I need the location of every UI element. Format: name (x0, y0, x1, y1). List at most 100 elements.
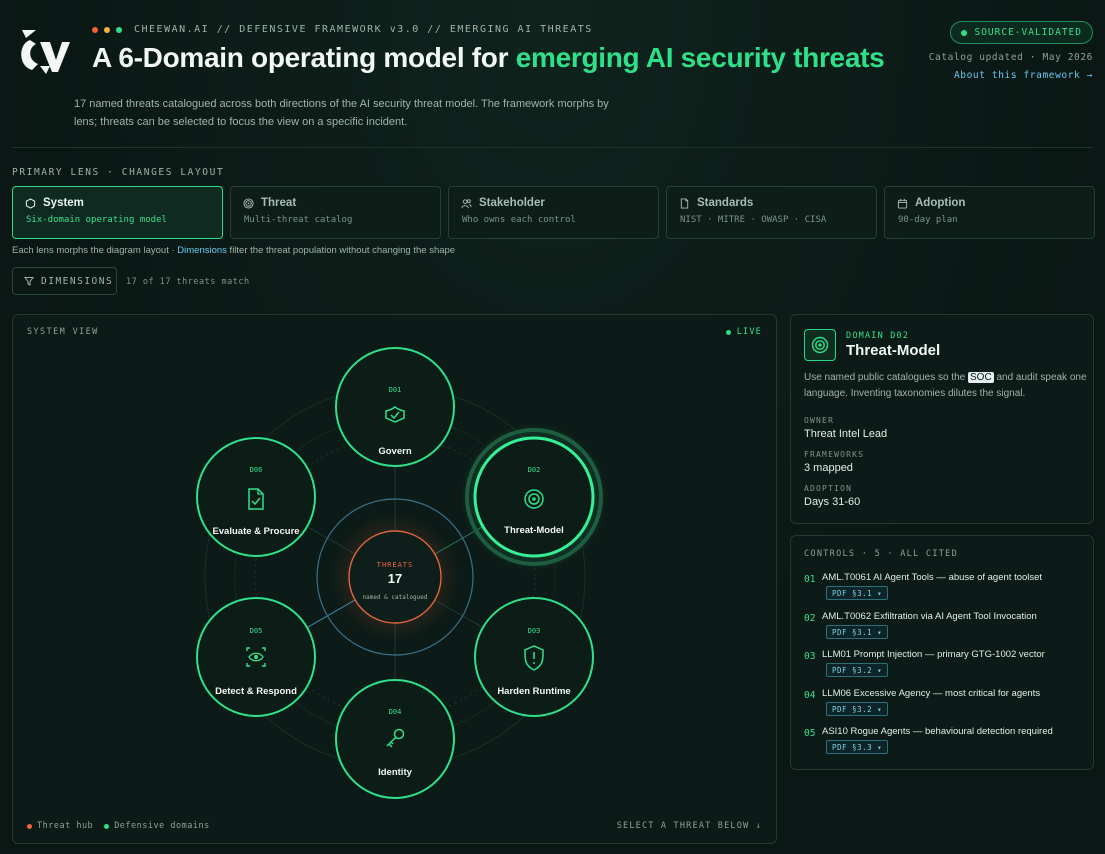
domain-name: Threat-Model (504, 525, 564, 536)
title-highlight: emerging AI security threats (515, 42, 885, 73)
about-framework-link[interactable]: About this framework → (954, 70, 1093, 81)
diagram-legend: Threat hub Defensive domains (27, 821, 210, 831)
dimensions-label: DIMENSIONS (41, 275, 114, 287)
control-number: 03 (804, 651, 816, 662)
hint-text-end: filter the threat population without cha… (226, 245, 456, 256)
domain-diagram: THREATS 17 named & catalogued D01 Govern… (196, 347, 608, 799)
desc-keyword: SOC (968, 372, 994, 383)
lens-subtitle: 90-day plan (898, 215, 958, 225)
window-dot-yellow (104, 26, 110, 33)
live-dot (725, 329, 731, 335)
control-number: 02 (804, 613, 816, 624)
pdf-reference-pill[interactable]: PDF §3.3 ▾ (826, 740, 889, 754)
catalog-updated: Catalog updated · May 2026 (928, 52, 1093, 63)
control-text: AML.T0062 Exfiltration via AI Agent Tool… (822, 611, 1037, 622)
lens-selector: System Six-domain operating model Threat… (12, 186, 1095, 239)
lens-hint: Each lens morphs the diagram layout · Di… (12, 245, 455, 256)
legend-hub-label: Threat hub (37, 821, 94, 831)
controls-panel: CONTROLS · 5 · ALL CITED 01 AML.T0061 AI… (790, 535, 1094, 770)
domain-node-evaluate-procure[interactable]: D06 Evaluate & Procure (196, 437, 316, 557)
pdf-reference-pill[interactable]: PDF §3.1 ▾ (826, 625, 889, 639)
owner-label: OWNER (804, 416, 835, 425)
domain-code: DOMAIN D02 (846, 331, 910, 341)
domain-detail-icon (804, 329, 836, 361)
lens-title: Threat (261, 197, 297, 209)
controls-header: CONTROLS · 5 · ALL CITED (804, 549, 959, 559)
system-view-panel: THREATS 17 named & catalogued D01 Govern… (12, 314, 777, 844)
hexagon-icon (25, 197, 36, 209)
domain-code: D06 (250, 466, 263, 474)
hub-label: THREATS (377, 561, 414, 569)
pdf-reference-pill[interactable]: PDF §3.2 ▾ (826, 702, 889, 716)
control-number: 05 (804, 728, 816, 739)
lens-subtitle: Who owns each control (462, 215, 576, 225)
control-text: ASI10 Rogue Agents — behavioural detecti… (822, 726, 1053, 737)
live-label: LIVE (736, 327, 762, 337)
filter-icon (24, 277, 34, 286)
domain-code: D05 (250, 627, 263, 635)
frameworks-value: 3 mapped (804, 462, 853, 474)
dimensions-button[interactable]: DIMENSIONS (12, 267, 117, 295)
domain-name: Detect & Respond (215, 686, 297, 697)
lens-system[interactable]: System Six-domain operating model (12, 186, 223, 239)
hub-count: 17 (388, 571, 402, 586)
domain-description: Use named public catalogues so the SOC a… (804, 370, 1089, 402)
dimensions-link[interactable]: Dimensions (177, 245, 227, 256)
control-text: AML.T0061 AI Agent Tools — abuse of agen… (822, 572, 1043, 583)
calendar-icon (897, 198, 908, 209)
lens-adoption[interactable]: Adoption 90-day plan (884, 186, 1095, 239)
lens-title: Stakeholder (479, 197, 545, 209)
control-text: LLM06 Excessive Agency — most critical f… (822, 688, 1041, 699)
cheewan-logo (21, 30, 70, 74)
breadcrumb: CHEEWAN.AI // DEFENSIVE FRAMEWORK v3.0 /… (92, 24, 593, 35)
frameworks-label: FRAMEWORKS (804, 450, 865, 459)
document-icon (680, 197, 689, 209)
lens-stakeholder[interactable]: Stakeholder Who owns each control (448, 186, 659, 239)
lens-subtitle: Multi-threat catalog (244, 215, 353, 225)
lens-standards[interactable]: Standards NIST · MITRE · OWASP · CISA (666, 186, 877, 239)
control-text: LLM01 Prompt Injection — primary GTG-100… (822, 649, 1045, 660)
threat-match-count: 17 of 17 threats match (126, 277, 250, 287)
owner-value: Threat Intel Lead (804, 428, 888, 440)
domain-node-govern[interactable]: D01 Govern (335, 347, 455, 467)
pdf-reference-pill[interactable]: PDF §3.1 ▾ (826, 586, 889, 600)
badge-status-dot (961, 29, 968, 36)
target-icon (243, 197, 254, 209)
desc-text: Use named public catalogues so the (804, 372, 968, 383)
domain-node-detect-respond[interactable]: D05 Detect & Respond (196, 597, 316, 717)
control-number: 04 (804, 690, 816, 701)
legend-domain-dot (104, 823, 110, 829)
title-main: A 6-Domain operating model for (92, 42, 516, 73)
lens-title: Standards (697, 197, 754, 209)
primary-lens-label: PRIMARY LENS · CHANGES LAYOUT (12, 167, 225, 178)
window-dot-green (116, 26, 122, 33)
domain-name: Identity (378, 767, 412, 778)
pdf-reference-pill[interactable]: PDF §3.2 ▾ (826, 663, 889, 677)
window-dot-red (92, 26, 98, 33)
target-icon (811, 336, 829, 354)
domain-code: D04 (389, 708, 402, 716)
lens-subtitle: Six-domain operating model (26, 215, 167, 225)
lens-title: System (43, 197, 84, 209)
domain-node-harden-runtime[interactable]: D03 Harden Runtime (474, 597, 594, 717)
legend-domain-label: Defensive domains (114, 821, 210, 831)
page-title: A 6-Domain operating model for emerging … (92, 42, 885, 74)
domain-name: Harden Runtime (497, 686, 570, 697)
lens-threat[interactable]: Threat Multi-threat catalog (230, 186, 441, 239)
select-threat-hint: SELECT A THREAT BELOW ↓ (616, 821, 762, 831)
domain-code: D01 (389, 386, 402, 394)
hub-sub: named & catalogued (362, 594, 427, 601)
domain-name: Evaluate & Procure (212, 526, 299, 537)
domain-node-threat-model[interactable]: D02 Threat-Model (460, 423, 608, 571)
source-validated-badge: SOURCE-VALIDATED (950, 21, 1093, 44)
domain-code: D02 (528, 466, 541, 474)
domain-node-identity[interactable]: D04 Identity (335, 679, 455, 799)
header-divider (12, 147, 1093, 148)
adoption-label: ADOPTION (804, 484, 853, 493)
live-indicator: LIVE (725, 327, 762, 337)
lens-title: Adoption (915, 197, 966, 209)
system-view-label: SYSTEM VIEW (27, 327, 99, 337)
page-description: 17 named threats catalogued across both … (74, 98, 609, 128)
adoption-value: Days 31-60 (804, 496, 861, 508)
breadcrumb-text: CHEEWAN.AI // DEFENSIVE FRAMEWORK v3.0 /… (134, 24, 593, 35)
